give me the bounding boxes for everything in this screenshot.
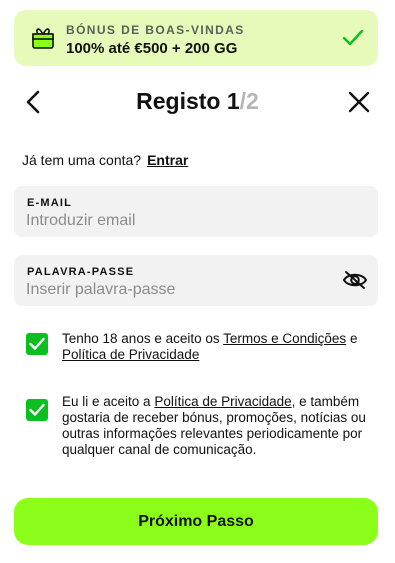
password-field[interactable]: PALAVRA-PASSE [14,255,378,306]
marketing-text: Eu li e aceito a Política de Privacidade… [62,394,374,458]
login-prompt-row: Já tem uma conta? Entrar [22,152,188,168]
login-prompt: Já tem uma conta? [22,152,142,168]
age-terms-checkbox[interactable] [26,333,48,355]
age-terms-consent: Tenho 18 anos e aceito os Termos e Condi… [26,331,378,365]
age-terms-text: Tenho 18 anos e aceito os Termos e Condi… [62,331,374,363]
checkbox-check-icon [29,403,45,416]
age-terms-prefix: Tenho 18 anos e aceito os [62,331,224,346]
email-field[interactable]: E-MAIL [14,186,378,237]
welcome-bonus-banner: BÓNUS DE BOAS-VINDAS 100% até €500 + 200… [14,10,378,66]
email-label: E-MAIL [27,197,73,209]
next-step-button[interactable]: Próximo Passo [14,498,378,545]
eye-slash-icon[interactable] [342,269,368,291]
checkbox-check-icon [29,337,45,350]
marketing-checkbox[interactable] [26,399,48,421]
bonus-offer: 100% até €500 + 200 GG [66,40,238,57]
email-input[interactable] [26,211,326,231]
password-label: PALAVRA-PASSE [27,266,135,278]
bonus-kicker: BÓNUS DE BOAS-VINDAS [66,23,245,37]
title-total: /2 [239,88,259,114]
title-step: Registo 1 [136,88,240,114]
marketing-consent: Eu li e aceito a Política de Privacidade… [26,394,378,476]
privacy-link[interactable]: Política de Privacidade [62,347,199,362]
marketing-prefix: Eu li e aceito a [62,394,155,409]
close-icon[interactable] [347,90,371,114]
age-terms-middle: e [346,331,358,346]
terms-link[interactable]: Termos e Condições [223,331,346,346]
checkmark-icon [342,29,364,46]
password-input[interactable] [26,280,326,300]
login-link[interactable]: Entrar [147,152,188,168]
page-title: Registo 1/2 [0,88,395,115]
marketing-privacy-link[interactable]: Política de Privacidade [154,394,291,409]
registration-header: Registo 1/2 [0,84,395,120]
gift-icon [32,28,54,49]
